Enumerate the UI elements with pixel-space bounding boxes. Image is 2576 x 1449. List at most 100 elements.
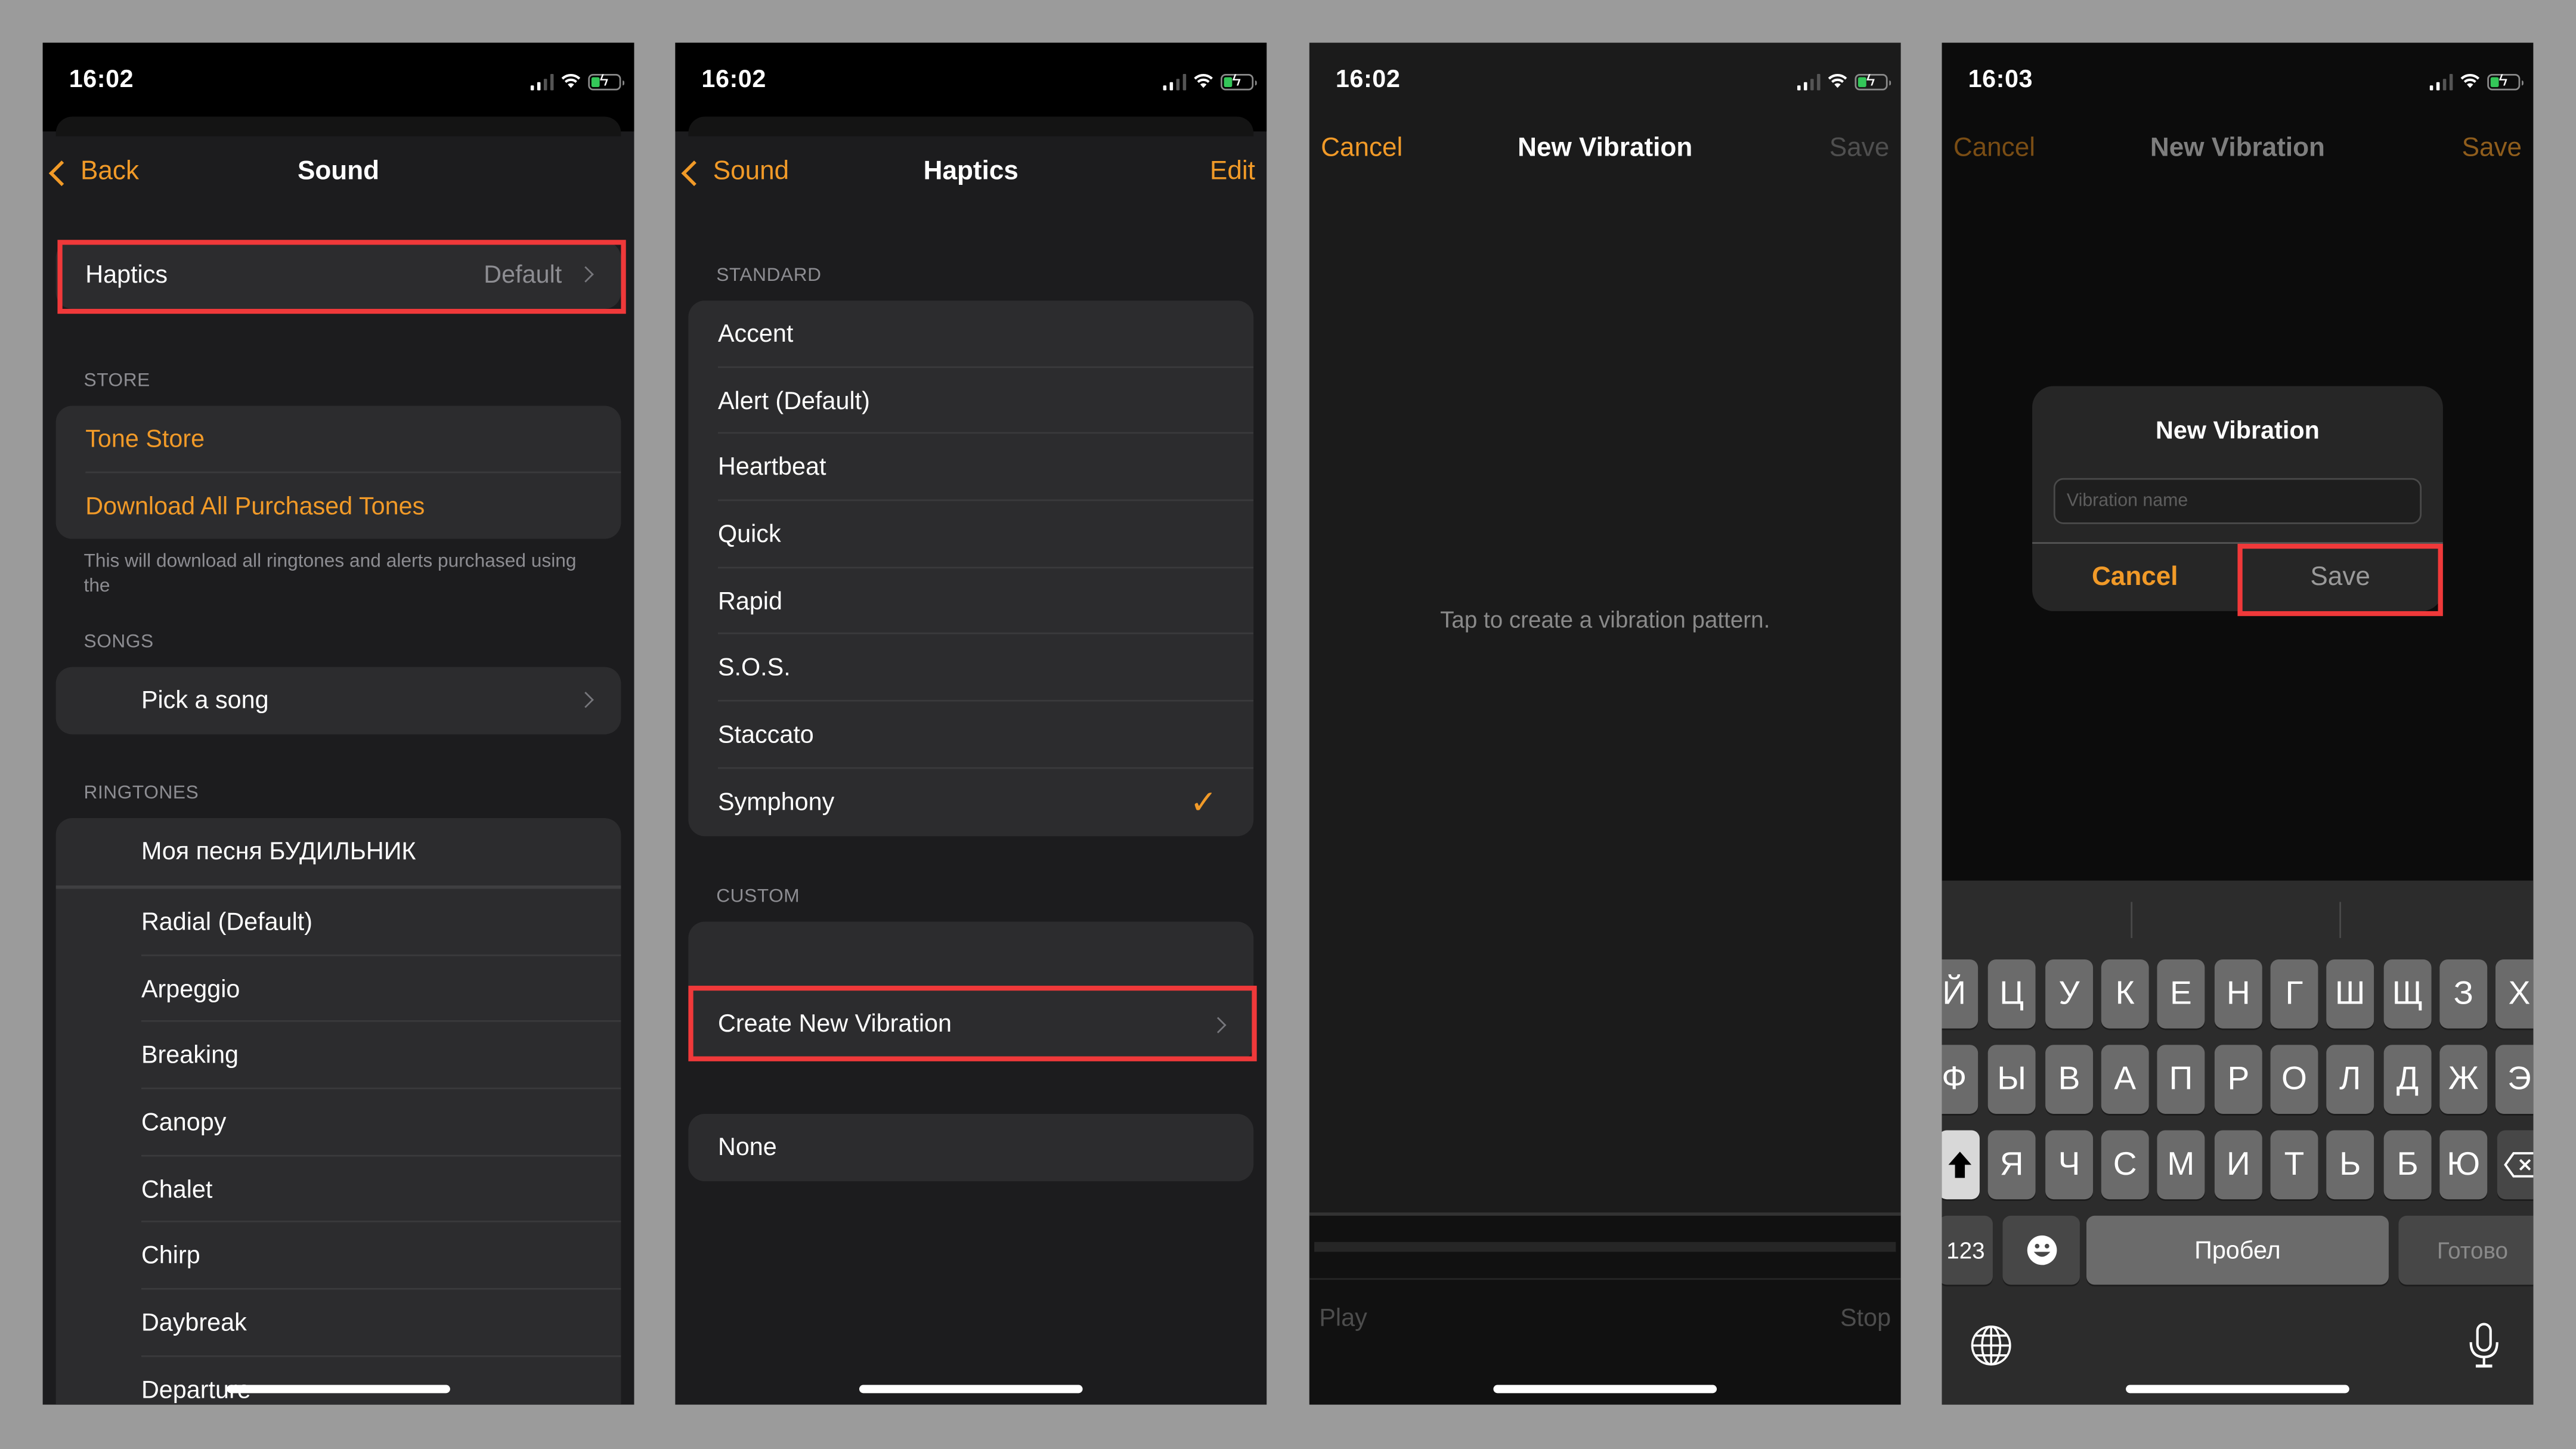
none-row[interactable]: None (688, 1114, 1253, 1181)
list-item[interactable]: Heartbeat (688, 434, 1254, 501)
globe-icon[interactable] (1967, 1321, 2016, 1370)
status-bar: 16:02 ϟ (675, 42, 1267, 137)
done-key[interactable]: Готово (2398, 1215, 2534, 1285)
letter-key[interactable]: Ю (2439, 1130, 2488, 1200)
letter-key[interactable]: М (2157, 1130, 2205, 1200)
letter-key[interactable]: С (2101, 1130, 2149, 1200)
letter-key[interactable]: К (2101, 959, 2149, 1029)
ringtone-label: Chalet (141, 1175, 213, 1204)
shift-key[interactable] (1942, 1130, 1980, 1200)
section-header-ringtones: RINGTONES (83, 784, 199, 804)
highlight-haptics (57, 240, 626, 314)
checkmark-icon: ✓ (1190, 784, 1218, 821)
custom-vibration-item[interactable] (688, 922, 1253, 989)
list-item[interactable]: Chirp (56, 1223, 621, 1290)
list-item[interactable]: Breaking (56, 1023, 621, 1089)
list-item[interactable]: Arpeggio (56, 956, 621, 1023)
letter-key[interactable]: Д (2383, 1045, 2432, 1114)
vibration-label: S.O.S. (717, 654, 791, 683)
letter-key[interactable]: Я (1987, 1130, 2036, 1200)
ringtone-label: Моя песня БУДИЛЬНИК (141, 838, 416, 866)
download-tones-label: Download All Purchased Tones (85, 492, 425, 521)
vibration-label: Alert (Default) (717, 386, 870, 415)
letter-key[interactable]: Т (2270, 1130, 2318, 1200)
list-item[interactable]: Quick (688, 501, 1254, 568)
page-title: Sound (297, 157, 380, 186)
battery-charging-icon: ϟ (588, 72, 624, 91)
letter-key[interactable]: У (2045, 959, 2093, 1029)
store-group: Tone Store Download All Purchased Tones (55, 405, 621, 540)
backspace-icon (2504, 1152, 2534, 1178)
section-header-songs: SONGS (83, 632, 154, 652)
nav-bar: Sound Haptics Edit (675, 141, 1267, 207)
letter-key[interactable]: Х (2495, 959, 2534, 1029)
letter-key[interactable]: Р (2214, 1045, 2262, 1114)
download-tones-row[interactable]: Download All Purchased Tones (56, 473, 621, 540)
letter-key[interactable]: З (2439, 959, 2488, 1029)
letter-key[interactable]: Л (2326, 1045, 2374, 1114)
space-key[interactable]: Пробел (2086, 1215, 2389, 1285)
backspace-key[interactable] (2497, 1130, 2534, 1200)
section-header-standard: STANDARD (716, 266, 822, 286)
list-item[interactable]: Accent (688, 301, 1254, 367)
list-item[interactable]: Daybreak (56, 1290, 621, 1357)
pattern-timeline (1314, 1241, 1896, 1252)
letter-key[interactable]: Ж (2439, 1045, 2488, 1114)
letter-key[interactable]: Ц (1987, 959, 2036, 1029)
cellular-signal-icon (1162, 73, 1187, 91)
list-item[interactable]: Alert (Default) (688, 367, 1254, 434)
vibration-name-input[interactable] (2055, 479, 2420, 523)
play-button[interactable]: Play (1319, 1305, 1367, 1333)
list-item[interactable]: Rapid (688, 568, 1254, 635)
vibration-name-field[interactable] (2053, 478, 2422, 524)
list-item[interactable]: Моя песня БУДИЛЬНИК (55, 818, 621, 889)
save-button-disabled[interactable]: Save (1829, 135, 1889, 165)
list-item[interactable]: Canopy (56, 1089, 621, 1156)
list-item[interactable]: S.O.S. (688, 635, 1254, 702)
tone-store-label: Tone Store (85, 425, 205, 453)
save-button[interactable]: Save (2462, 135, 2522, 165)
ringtone-label: Daybreak (141, 1309, 247, 1337)
letter-key[interactable]: Й (1942, 959, 1979, 1029)
letter-key[interactable]: Е (2157, 959, 2205, 1029)
stop-button[interactable]: Stop (1840, 1305, 1891, 1333)
vibration-tap-area[interactable] (1309, 191, 1901, 1209)
letter-key[interactable]: О (2270, 1045, 2318, 1114)
status-time: 16:02 (701, 66, 766, 94)
microphone-icon[interactable] (2459, 1321, 2509, 1370)
letter-key[interactable]: Щ (2383, 959, 2432, 1029)
letter-key[interactable]: В (2045, 1045, 2093, 1114)
list-item[interactable]: Staccato (688, 702, 1254, 769)
letter-key[interactable]: Э (2495, 1045, 2534, 1114)
pick-song-row[interactable]: Pick a song (56, 667, 621, 734)
list-item[interactable]: Departure (56, 1357, 621, 1404)
numbers-key[interactable]: 123 (1942, 1215, 1993, 1285)
panel-sound: 16:02 ϟ Back Sound Haptics Default STORE… (42, 42, 634, 1405)
letter-key[interactable]: П (2157, 1045, 2205, 1114)
letter-key[interactable]: Б (2383, 1130, 2432, 1200)
list-item-selected[interactable]: Symphony ✓ (688, 769, 1253, 835)
letter-key[interactable]: Ш (2326, 959, 2374, 1029)
ringtone-label: Chirp (141, 1242, 200, 1271)
dialog-cancel-button[interactable]: Cancel (2032, 544, 2237, 611)
tone-store-row[interactable]: Tone Store (56, 406, 621, 473)
panel-haptics: 16:02 ϟ Sound Haptics Edit STANDARD Acce… (675, 42, 1267, 1405)
letter-key[interactable]: И (2214, 1130, 2262, 1200)
letter-key[interactable]: Ь (2326, 1130, 2374, 1200)
list-item[interactable]: Chalet (56, 1156, 621, 1223)
battery-charging-icon: ϟ (1854, 72, 1891, 91)
letter-key[interactable]: Г (2270, 959, 2318, 1029)
letter-key[interactable]: Ч (2045, 1130, 2093, 1200)
edit-button[interactable]: Edit (1210, 157, 1255, 187)
none-group: None (688, 1113, 1254, 1181)
list-item[interactable]: Radial (Default) (56, 889, 621, 956)
tutorial-collage: 16:02 ϟ Back Sound Haptics Default STORE… (0, 0, 2576, 1449)
status-bar: 16:02 ϟ (1309, 43, 1901, 119)
wifi-icon (1827, 67, 1849, 97)
letter-key[interactable]: А (2101, 1045, 2149, 1114)
songs-group: Pick a song (55, 667, 621, 734)
letter-key[interactable]: Ы (1987, 1045, 2036, 1114)
emoji-key[interactable] (2002, 1215, 2080, 1285)
letter-key[interactable]: Н (2214, 959, 2262, 1029)
letter-key[interactable]: Ф (1942, 1045, 1979, 1114)
